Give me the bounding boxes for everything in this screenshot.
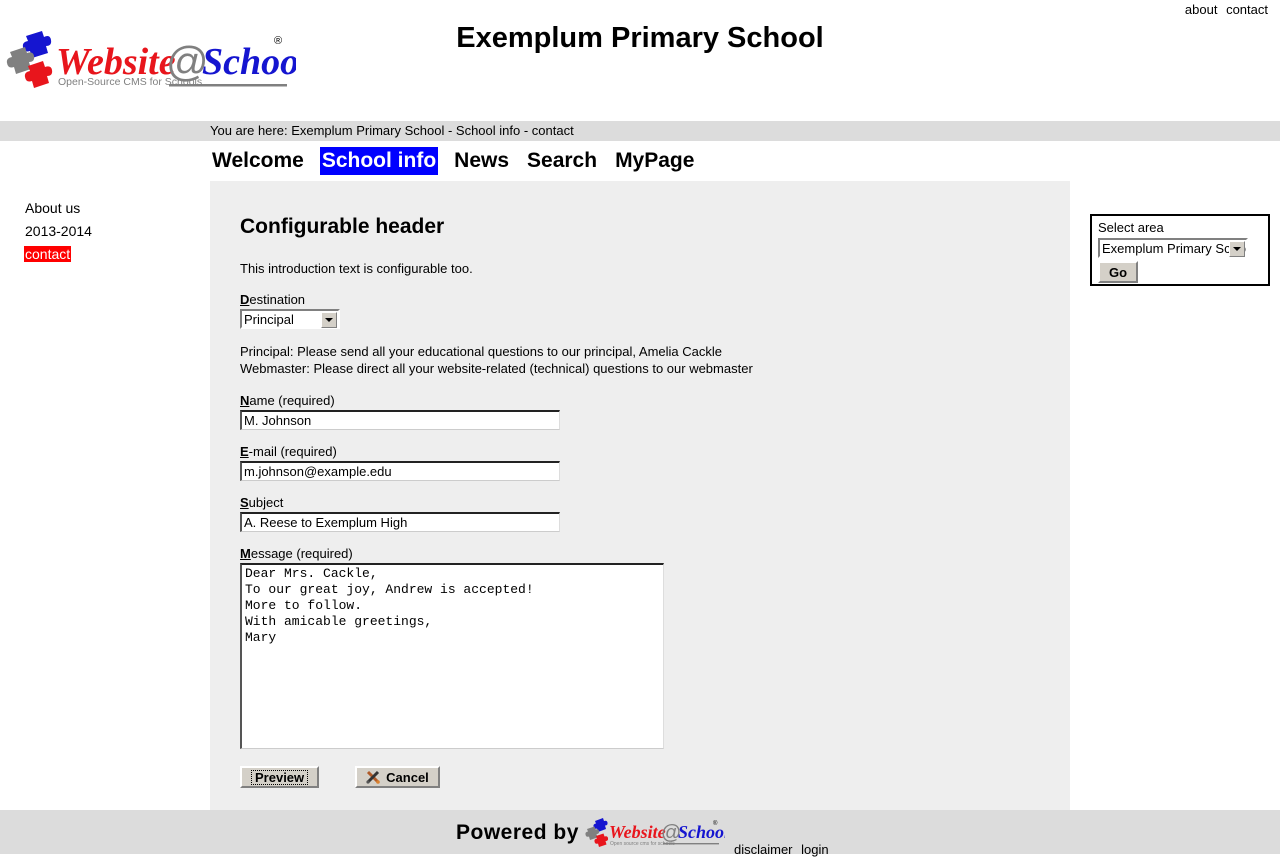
content-heading: Configurable header bbox=[240, 215, 445, 238]
cancel-button-label: Cancel bbox=[386, 769, 429, 785]
nav-item-welcome[interactable]: Welcome bbox=[210, 147, 306, 175]
svg-text:®: ® bbox=[713, 820, 718, 827]
sidebar-row-about-us: About us bbox=[24, 200, 199, 216]
puzzle-pieces-icon bbox=[6, 31, 53, 88]
destination-info-webmaster: Webmaster: Please direct all your websit… bbox=[240, 361, 753, 376]
subject-label: Subject bbox=[240, 495, 1040, 510]
message-textarea[interactable]: Dear Mrs. Cackle, To our great joy, Andr… bbox=[240, 563, 664, 749]
message-group: Message (required) Dear Mrs. Cackle, To … bbox=[240, 546, 1040, 752]
footer-link-disclaimer[interactable]: disclaimer bbox=[734, 842, 793, 857]
destination-label: Destination bbox=[240, 292, 1040, 307]
name-label-accesskey: N bbox=[240, 393, 250, 408]
page-footer: Powered by Website @ School ® Open sourc… bbox=[0, 810, 1280, 857]
sidebar-item-about-us[interactable]: About us bbox=[24, 200, 81, 216]
sidebar-row-2013-2014: 2013-2014 bbox=[24, 223, 199, 239]
name-input[interactable] bbox=[240, 410, 560, 430]
email-input[interactable] bbox=[240, 461, 560, 481]
form-button-row: Preview Cancel bbox=[240, 766, 1040, 788]
contact-form: Configurable header This introduction te… bbox=[240, 215, 1040, 788]
email-group: E-mail (required) bbox=[240, 444, 1040, 481]
email-label-accesskey: E bbox=[240, 444, 249, 459]
svg-text:School: School bbox=[202, 41, 296, 83]
select-area-wrapper: Exemplum Primary School bbox=[1098, 238, 1248, 258]
sidebar-item-2013-2014[interactable]: 2013-2014 bbox=[24, 223, 93, 239]
email-label: E-mail (required) bbox=[240, 444, 1040, 459]
header-top-links: about contact bbox=[1185, 2, 1268, 17]
email-label-rest: -mail (required) bbox=[248, 444, 337, 459]
select-area-label: Select area bbox=[1098, 220, 1164, 235]
sidebar-item-contact[interactable]: contact bbox=[24, 246, 72, 262]
site-logo[interactable]: Website @ School ® Open-Source CMS for S… bbox=[6, 22, 296, 94]
cancel-button[interactable]: Cancel bbox=[355, 766, 440, 788]
destination-label-accesskey: D bbox=[240, 292, 250, 307]
breadcrumb: You are here: Exemplum Primary School - … bbox=[210, 123, 574, 138]
select-area-panel: Select area Exemplum Primary School Go bbox=[1090, 214, 1270, 286]
subject-input[interactable] bbox=[240, 512, 560, 532]
destination-label-rest: estination bbox=[249, 292, 306, 307]
preview-button-label: Preview bbox=[251, 769, 309, 785]
destination-select[interactable]: Principal Webmaster bbox=[240, 309, 340, 329]
nav-item-news[interactable]: News bbox=[452, 147, 511, 175]
breadcrumb-bar: You are here: Exemplum Primary School - … bbox=[0, 121, 1280, 141]
message-label-rest: essage (required) bbox=[250, 546, 353, 561]
main-navigation: Welcome School info News Search MyPage bbox=[210, 147, 696, 179]
content-panel: Configurable header This introduction te… bbox=[210, 181, 1070, 811]
destination-select-wrapper: Principal Webmaster bbox=[240, 309, 340, 329]
footer-link-login[interactable]: login bbox=[801, 842, 828, 857]
go-button-wrapper: Go bbox=[1098, 261, 1139, 283]
content-intro: This introduction text is configurable t… bbox=[240, 261, 473, 276]
destination-info: Principal: Please send all your educatio… bbox=[240, 343, 1040, 377]
select-area-select-wrapper: Exemplum Primary School bbox=[1098, 238, 1248, 258]
cross-tools-icon bbox=[366, 770, 380, 784]
go-button[interactable]: Go bbox=[1098, 261, 1139, 283]
page-title: Exemplum Primary School bbox=[456, 22, 824, 54]
powered-by-label: Powered by bbox=[456, 821, 579, 844]
name-group: Name (required) bbox=[240, 393, 1040, 430]
message-label-accesskey: M bbox=[240, 546, 251, 561]
nav-item-mypage[interactable]: MyPage bbox=[613, 147, 696, 175]
puzzle-pieces-icon bbox=[585, 818, 608, 847]
destination-group: Destination Principal Webmaster bbox=[240, 292, 1040, 329]
message-label: Message (required) bbox=[240, 546, 1040, 561]
footer-logo[interactable]: Website @ School ® Open source cms for s… bbox=[585, 816, 725, 850]
powered-by: Powered by Website @ School ® Open sourc… bbox=[456, 816, 725, 850]
footer-links: disclaimer login bbox=[734, 842, 829, 857]
destination-info-principal: Principal: Please send all your educatio… bbox=[240, 344, 722, 359]
svg-text:®: ® bbox=[274, 35, 282, 47]
subject-label-rest: ubject bbox=[248, 495, 284, 510]
nav-item-search[interactable]: Search bbox=[525, 147, 599, 175]
go-button-label: Go bbox=[1109, 264, 1128, 280]
subject-group: Subject bbox=[240, 495, 1040, 532]
subject-label-accesskey: S bbox=[240, 495, 249, 510]
nav-item-school-info[interactable]: School info bbox=[319, 147, 439, 175]
sidebar-row-contact: contact bbox=[24, 246, 199, 262]
name-label-rest: ame (required) bbox=[249, 393, 335, 408]
header-link-about[interactable]: about bbox=[1185, 2, 1218, 17]
preview-button[interactable]: Preview bbox=[240, 766, 320, 788]
name-label: Name (required) bbox=[240, 393, 1040, 408]
sidebar-navigation: About us 2013-2014 contact bbox=[24, 200, 199, 269]
svg-text:Website: Website bbox=[609, 822, 666, 842]
svg-text:School: School bbox=[678, 822, 725, 842]
select-area-select[interactable]: Exemplum Primary School bbox=[1098, 238, 1248, 258]
header-link-contact[interactable]: contact bbox=[1226, 2, 1268, 17]
page-header: about contact Website @ School ® Open-So… bbox=[0, 0, 1280, 121]
